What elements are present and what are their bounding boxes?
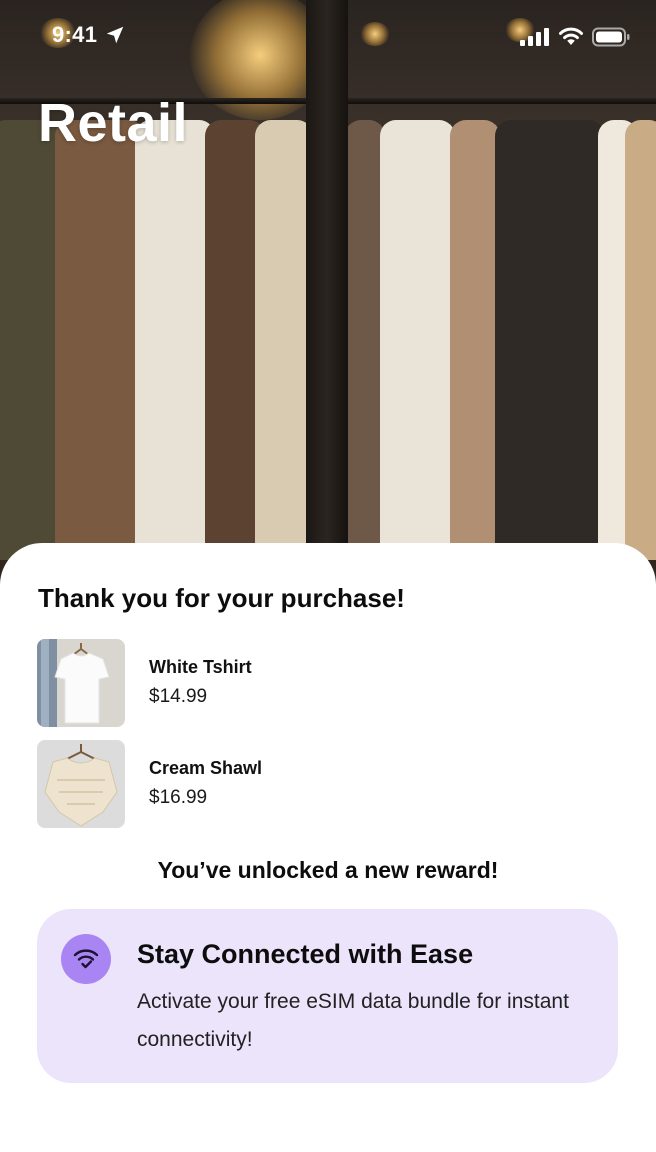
wifi-icon [559, 27, 583, 45]
purchase-sheet: Thank you for your purchase! White Tshir… [0, 543, 656, 1152]
purchased-item-cream-shawl[interactable]: Cream Shawl $16.99 [37, 740, 597, 828]
item-name: Cream Shawl [149, 758, 263, 778]
page-title: Retail [38, 93, 189, 153]
hero-image [0, 0, 656, 600]
purchased-item-white-tshirt[interactable]: White Tshirt $14.99 [37, 639, 597, 727]
garment-cream-knit [255, 120, 313, 560]
thank-you-heading: Thank you for your purchase! [38, 583, 405, 613]
store-pillar [306, 0, 348, 560]
garment-white-sweater [135, 120, 215, 560]
cellular-signal-icon [520, 28, 549, 46]
garment-brown-cardigan [55, 120, 145, 560]
reward-card-description: Activate your free eSIM data bundle for … [137, 990, 569, 1051]
item-price: $16.99 [149, 787, 208, 808]
item-price: $14.99 [149, 686, 208, 707]
white-tshirt-thumbnail [37, 639, 125, 727]
esim-reward-card[interactable]: Stay Connected with Ease Activate your f… [37, 909, 618, 1083]
status-time: 9:41 [52, 22, 98, 47]
garment-patterned-cardigan [345, 120, 385, 560]
status-bar: 9:41 [0, 0, 656, 72]
garment-dark-coat [495, 120, 605, 560]
reward-card-title: Stay Connected with Ease [137, 939, 474, 969]
reward-unlocked-heading: You’ve unlocked a new reward! [157, 857, 499, 883]
wifi-check-icon [61, 934, 111, 984]
garment-olive-jacket [0, 120, 60, 560]
item-name: White Tshirt [149, 657, 252, 677]
garment-beige-knit [450, 120, 500, 560]
battery-icon [592, 27, 630, 47]
garment-tan-knit [625, 120, 656, 560]
garment-white-cardigan [380, 120, 455, 560]
cream-shawl-thumbnail [37, 740, 125, 828]
location-arrow-icon [106, 26, 124, 44]
